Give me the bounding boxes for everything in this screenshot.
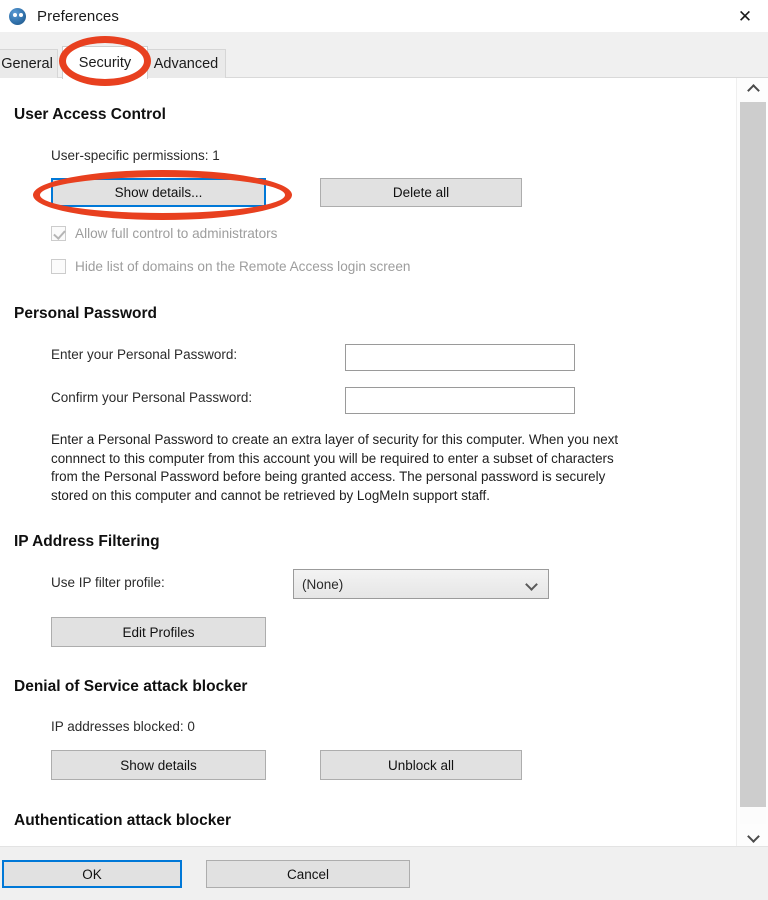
chevron-down-icon bbox=[527, 580, 538, 588]
unblock-all-button[interactable]: Unblock all bbox=[320, 750, 522, 780]
vertical-scrollbar[interactable] bbox=[736, 78, 768, 846]
confirm-personal-password-input[interactable] bbox=[345, 387, 575, 414]
cancel-button[interactable]: Cancel bbox=[206, 860, 410, 888]
tab-strip: General Security Advanced bbox=[0, 46, 768, 79]
heading-authentication-attack-blocker: Authentication attack blocker bbox=[14, 812, 232, 829]
description-line-4: stored on this computer and cannot be re… bbox=[51, 487, 490, 503]
preferences-dialog: Preferences ✕ General Security Advanced … bbox=[0, 0, 768, 900]
scroll-down-button[interactable] bbox=[737, 824, 768, 846]
heading-ip-address-filtering: IP Address Filtering bbox=[14, 533, 160, 550]
heading-dos-attack-blocker: Denial of Service attack blocker bbox=[14, 678, 248, 695]
heading-personal-password: Personal Password bbox=[14, 305, 158, 322]
dialog-footer: OK Cancel bbox=[0, 846, 768, 900]
ip-addresses-blocked-label: IP addresses blocked: 0 bbox=[51, 719, 195, 734]
allow-full-control-label: Allow full control to administrators bbox=[75, 226, 278, 241]
logmein-icon bbox=[9, 7, 26, 25]
ok-button[interactable]: OK bbox=[2, 860, 182, 888]
scrollbar-thumb[interactable] bbox=[740, 102, 766, 807]
show-details-button-uac[interactable]: Show details... bbox=[51, 178, 266, 207]
title-bar: Preferences ✕ bbox=[0, 0, 768, 32]
window-title: Preferences bbox=[37, 7, 119, 25]
confirm-personal-password-label: Confirm your Personal Password: bbox=[51, 390, 253, 405]
tab-general[interactable]: General bbox=[0, 49, 58, 78]
settings-content: User Access Control User-specific permis… bbox=[0, 78, 736, 846]
allow-full-control-checkbox[interactable] bbox=[51, 226, 66, 241]
personal-password-description: Enter a Personal Password to create an e… bbox=[51, 431, 701, 505]
enter-personal-password-input[interactable] bbox=[345, 344, 575, 371]
ip-filter-profile-value: (None) bbox=[302, 576, 344, 592]
hide-domains-checkbox[interactable] bbox=[51, 259, 66, 274]
tab-advanced[interactable]: Advanced bbox=[146, 49, 226, 78]
tab-security[interactable]: Security bbox=[62, 46, 148, 79]
checkbox-row-allow-full-control[interactable]: Allow full control to administrators bbox=[51, 226, 277, 241]
heading-user-access-control: User Access Control bbox=[14, 106, 166, 123]
edit-profiles-button[interactable]: Edit Profiles bbox=[51, 617, 266, 647]
close-icon[interactable]: ✕ bbox=[722, 0, 768, 32]
chevron-down-icon bbox=[748, 830, 759, 841]
description-line-2: connnect to this computer from this acco… bbox=[51, 450, 614, 466]
show-details-button-dos[interactable]: Show details bbox=[51, 750, 266, 780]
description-line-1: Enter a Personal Password to create an e… bbox=[51, 432, 619, 447]
delete-all-button[interactable]: Delete all bbox=[320, 178, 522, 207]
checkbox-row-hide-domains[interactable]: Hide list of domains on the Remote Acces… bbox=[51, 259, 410, 274]
enter-personal-password-label: Enter your Personal Password: bbox=[51, 347, 238, 362]
use-ip-filter-profile-label: Use IP filter profile: bbox=[51, 575, 165, 590]
settings-panel: User Access Control User-specific permis… bbox=[0, 78, 768, 846]
user-specific-permissions-label: User-specific permissions: 1 bbox=[51, 148, 220, 163]
scroll-up-button[interactable] bbox=[737, 78, 768, 100]
chevron-up-icon bbox=[748, 84, 759, 95]
ip-filter-profile-select[interactable]: (None) bbox=[293, 569, 549, 599]
hide-domains-label: Hide list of domains on the Remote Acces… bbox=[75, 259, 411, 274]
description-line-3: from the Personal Password before being … bbox=[51, 469, 606, 485]
